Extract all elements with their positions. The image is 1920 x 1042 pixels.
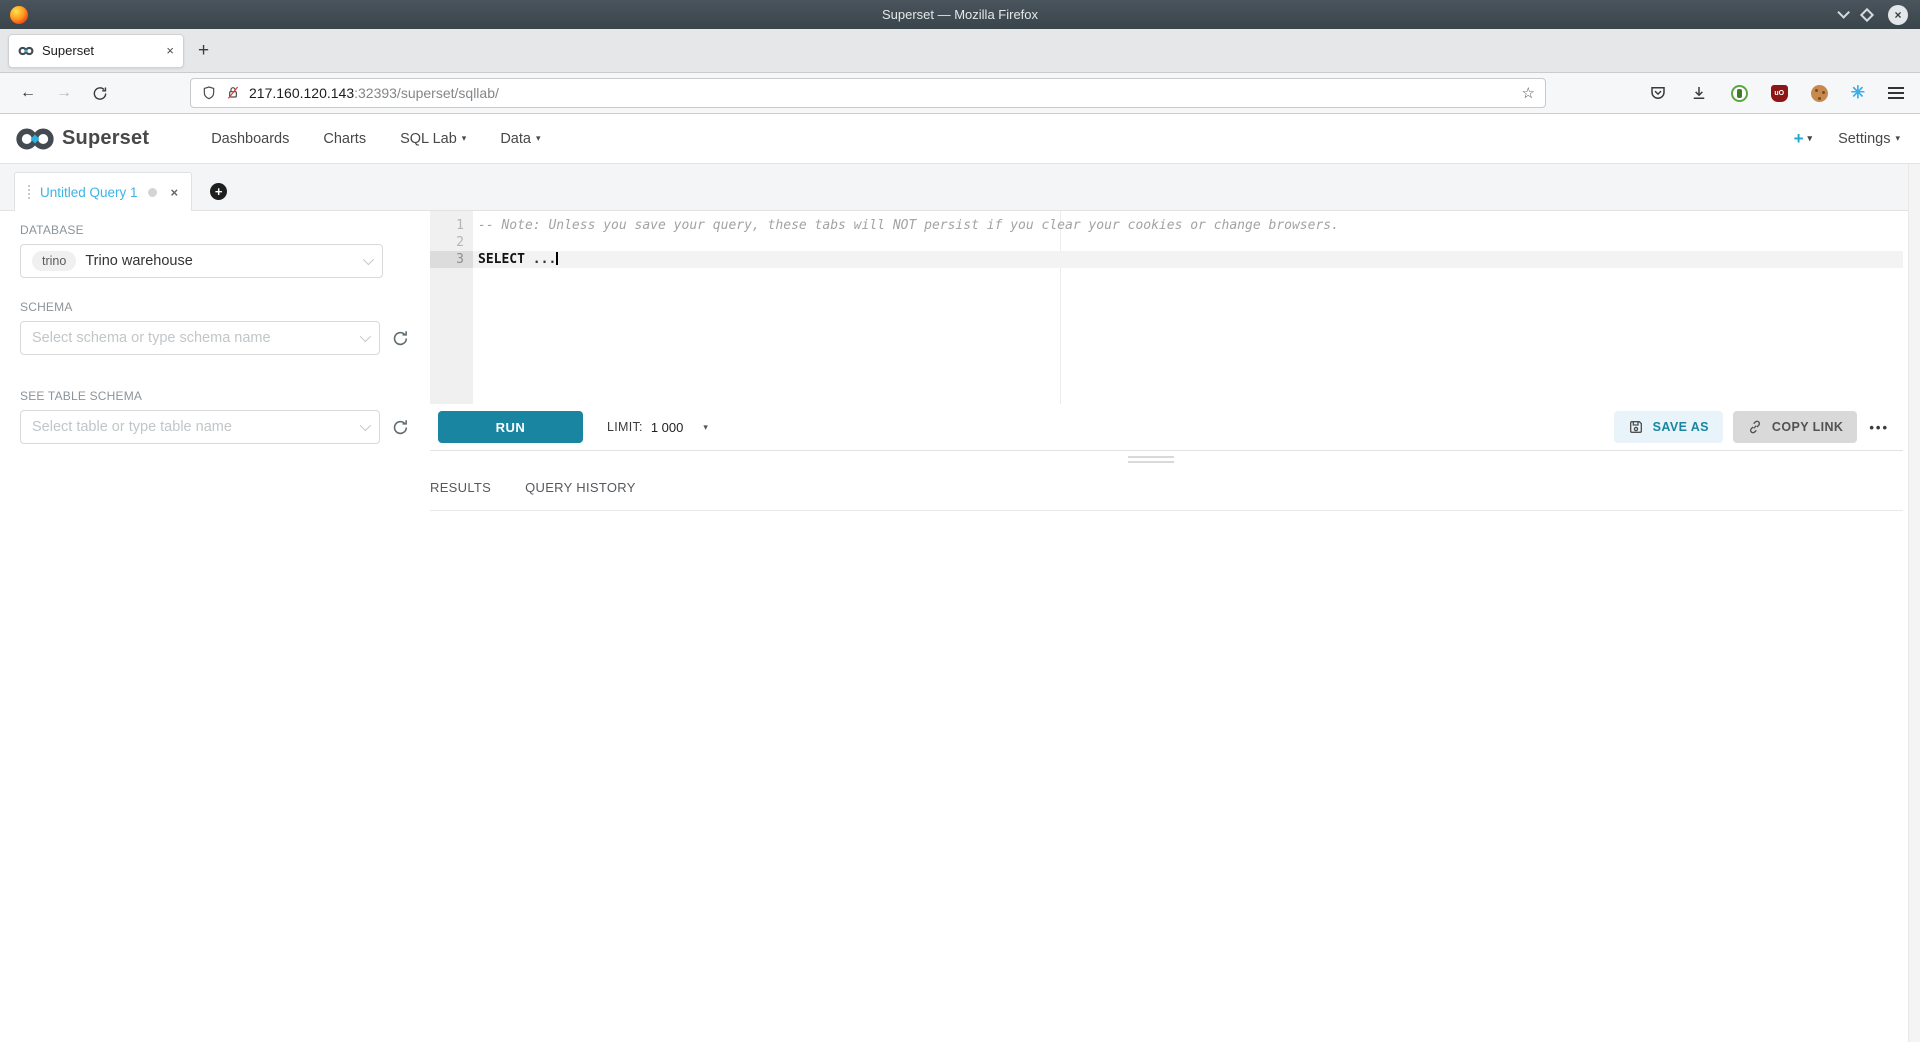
- database-select[interactable]: trino Trino warehouse: [20, 244, 383, 278]
- refresh-schemas-icon[interactable]: [391, 329, 410, 348]
- url-bar[interactable]: 217.160.120.143:32393/superset/sqllab/ ☆: [190, 78, 1546, 108]
- query-tab[interactable]: Untitled Query 1 ×: [14, 172, 192, 211]
- query-status-dot: [148, 188, 157, 197]
- nav-sql-lab[interactable]: SQL Lab▾: [400, 131, 466, 147]
- browser-tab-title: Superset: [42, 43, 158, 58]
- sql-editor-pane: 1 -- Note: Unless you save your query, t…: [430, 211, 1903, 1042]
- table-placeholder: Select table or type table name: [32, 419, 232, 435]
- link-icon: [1747, 419, 1763, 435]
- new-item-button[interactable]: +▾: [1794, 129, 1812, 149]
- save-icon: [1628, 419, 1644, 435]
- copy-link-button[interactable]: COPY LINK: [1733, 411, 1857, 443]
- sql-code-editor[interactable]: 1 -- Note: Unless you save your query, t…: [430, 211, 1903, 404]
- limit-label: LIMIT:: [607, 420, 643, 434]
- caret-down-icon: ▾: [536, 133, 541, 144]
- sqllab-sidebar: DATABASE trino Trino warehouse SCHEMA Se…: [0, 211, 430, 1042]
- results-tab-bar: RESULTS QUERY HISTORY: [430, 467, 1903, 511]
- limit-dropdown[interactable]: LIMIT: 1 000 ▾: [607, 420, 708, 435]
- tab-results[interactable]: RESULTS: [430, 480, 491, 495]
- run-button[interactable]: RUN: [438, 411, 583, 443]
- nav-data[interactable]: Data▾: [500, 131, 540, 147]
- database-value: Trino warehouse: [85, 253, 192, 269]
- ublock-origin-icon[interactable]: uO: [1771, 85, 1788, 102]
- superset-brand[interactable]: Superset: [15, 126, 149, 152]
- table-schema-label: SEE TABLE SCHEMA: [20, 389, 410, 403]
- reload-icon[interactable]: [88, 85, 112, 102]
- database-label: DATABASE: [20, 223, 410, 237]
- superset-navbar: Superset Dashboards Charts SQL Lab▾ Data…: [0, 114, 1920, 164]
- query-tab-title[interactable]: Untitled Query 1: [40, 185, 138, 200]
- line-number: 1: [430, 217, 473, 234]
- query-tab-bar: Untitled Query 1 × +: [0, 164, 1920, 211]
- menu-icon[interactable]: [1888, 92, 1904, 94]
- window-close-icon[interactable]: ×: [1888, 5, 1908, 25]
- chevron-down-icon: [360, 331, 371, 342]
- url-host: 217.160.120.143: [249, 85, 354, 101]
- refresh-tables-icon[interactable]: [391, 418, 410, 437]
- page-scrollbar[interactable]: [1908, 164, 1920, 1042]
- editor-line[interactable]: 1 -- Note: Unless you save your query, t…: [430, 217, 1903, 234]
- chevron-down-icon: [363, 254, 374, 265]
- superset-favicon-icon: [18, 45, 34, 57]
- tab-query-history[interactable]: QUERY HISTORY: [525, 480, 636, 495]
- line-number: 3: [430, 251, 473, 268]
- maximize-icon[interactable]: [1860, 7, 1874, 21]
- browser-tabstrip: Superset × +: [0, 29, 1920, 73]
- browser-tab[interactable]: Superset ×: [8, 34, 184, 68]
- splitter-grip-icon[interactable]: [1128, 456, 1174, 466]
- pocket-icon[interactable]: [1649, 84, 1667, 102]
- window-titlebar[interactable]: Superset — Mozilla Firefox ×: [0, 0, 1920, 29]
- browser-toolbar: ← → 217.160.120.143:32393/superset/sqlla…: [0, 73, 1920, 114]
- drag-handle-icon[interactable]: [28, 185, 30, 187]
- schema-select[interactable]: Select schema or type schema name: [20, 321, 380, 355]
- insecure-lock-icon[interactable]: [225, 85, 241, 101]
- editor-line-active[interactable]: 3 SELECT ...: [430, 251, 1903, 268]
- caret-down-icon: ▾: [703, 422, 708, 433]
- caret-down-icon: ▾: [1808, 133, 1813, 144]
- more-actions-icon[interactable]: •••: [1869, 420, 1889, 435]
- superset-logo-icon: [15, 126, 55, 152]
- new-tab-icon[interactable]: +: [198, 40, 209, 62]
- window-title: Superset — Mozilla Firefox: [0, 7, 1920, 22]
- nav-dashboards[interactable]: Dashboards: [211, 131, 289, 147]
- extension-green-icon[interactable]: [1731, 85, 1748, 102]
- shield-permissions-icon[interactable]: [201, 85, 217, 101]
- chevron-down-icon: [360, 420, 371, 431]
- sql-keyword: SELECT: [478, 252, 525, 267]
- line-number: 2: [430, 234, 473, 251]
- forward-icon: →: [52, 84, 76, 102]
- schema-label: SCHEMA: [20, 300, 410, 314]
- brand-name: Superset: [62, 127, 149, 150]
- editor-line[interactable]: 2: [430, 234, 1903, 251]
- pane-splitter[interactable]: [430, 451, 1903, 467]
- schema-placeholder: Select schema or type schema name: [32, 330, 271, 346]
- table-select[interactable]: Select table or type table name: [20, 410, 380, 444]
- save-as-button[interactable]: SAVE AS: [1614, 411, 1723, 443]
- add-query-tab-icon[interactable]: +: [210, 183, 227, 200]
- settings-menu[interactable]: Settings▾: [1838, 131, 1900, 147]
- caret-down-icon: ▾: [1895, 133, 1900, 144]
- text-cursor: [556, 252, 558, 265]
- sql-text: ...: [525, 252, 556, 267]
- cookie-extension-icon[interactable]: [1811, 85, 1828, 102]
- query-tab-close-icon[interactable]: ×: [171, 185, 179, 200]
- tab-close-icon[interactable]: ×: [166, 43, 174, 58]
- downloads-icon[interactable]: [1690, 84, 1708, 102]
- caret-down-icon: ▾: [462, 133, 467, 144]
- asterisk-extension-icon[interactable]: ✳: [1851, 83, 1865, 103]
- nav-charts[interactable]: Charts: [323, 131, 366, 147]
- bookmark-star-icon[interactable]: ☆: [1522, 84, 1535, 102]
- limit-value: 1 000: [651, 420, 684, 435]
- minimize-icon[interactable]: [1837, 6, 1850, 19]
- database-type-badge: trino: [32, 251, 76, 271]
- back-icon[interactable]: ←: [16, 84, 40, 102]
- url-text[interactable]: 217.160.120.143:32393/superset/sqllab/: [249, 85, 1514, 101]
- sql-comment: -- Note: Unless you save your query, the…: [473, 217, 1903, 234]
- url-path: :32393/superset/sqllab/: [354, 85, 499, 101]
- editor-toolbar: RUN LIMIT: 1 000 ▾ SAVE AS: [430, 404, 1903, 451]
